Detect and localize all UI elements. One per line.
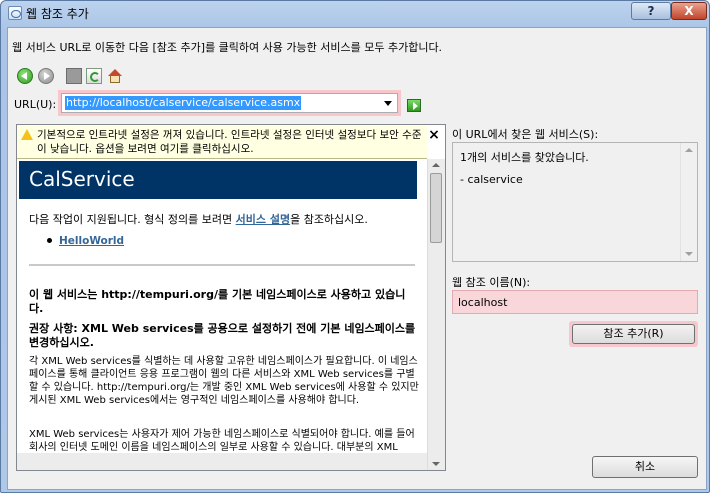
cancel-button[interactable]: 취소: [592, 456, 698, 478]
information-bar[interactable]: 기본적으로 인트라넷 설정은 꺼져 있습니다. 인트라넷 설정은 인터넷 설정보…: [17, 125, 427, 159]
url-combobox[interactable]: http://localhost/calservice/calservice.a…: [58, 90, 401, 116]
service-description-link[interactable]: 서비스 설명: [236, 213, 290, 226]
back-arrow-icon[interactable]: [17, 68, 33, 84]
url-label: URL(U):: [14, 98, 57, 111]
intro-text-before: 다음 작업이 지원됩니다. 형식 정의를 보려면: [29, 213, 236, 226]
namespace-heading: 이 웹 서비스는 http://tempuri.org/를 기본 네임스페이스로…: [29, 288, 406, 315]
recommendation-heading: 권장 사항: XML Web services를 공용으로 설정하기 전에 기본…: [29, 322, 416, 349]
window-title: 웹 참조 추가: [26, 7, 89, 21]
service-banner: CalService: [19, 161, 417, 199]
go-arrow-icon[interactable]: [407, 99, 421, 112]
close-button[interactable]: X: [671, 2, 707, 20]
scroll-up-icon[interactable]: [685, 148, 693, 152]
dialog-body: 웹 서비스 URL로 이동한 다음 [참조 추가]를 클릭하여 사용 가능한 서…: [7, 27, 707, 490]
browser-vertical-scrollbar[interactable]: [427, 159, 445, 470]
namespace-paragraph: 각 XML Web services를 식별하는 데 사용할 고유한 네임스페이…: [29, 356, 419, 406]
information-bar-text[interactable]: 기본적으로 인트라넷 설정은 꺼져 있습니다. 인트라넷 설정은 인터넷 설정보…: [37, 128, 422, 156]
scroll-thumb[interactable]: [430, 173, 442, 243]
service-title: CalService: [29, 167, 135, 191]
web-reference-icon: [8, 6, 22, 20]
reference-name-input[interactable]: [452, 290, 698, 314]
intro-text-after: 을 참조하십시오.: [290, 213, 368, 226]
found-service-item[interactable]: - calservice: [460, 173, 523, 186]
reference-name-label: 웹 참조 이름(N):: [452, 276, 531, 289]
home-icon[interactable]: [107, 68, 123, 84]
bullet-icon: [47, 238, 52, 243]
divider: [29, 264, 415, 266]
scroll-down-icon[interactable]: [432, 462, 440, 466]
add-reference-button[interactable]: 참조 추가(R): [569, 321, 698, 347]
found-services-label: 이 URL에서 찾은 웹 서비스(S):: [452, 128, 599, 141]
service-page: CalService 다음 작업이 지원됩니다. 형식 정의를 보려면 서비스 …: [17, 159, 427, 470]
embedded-browser[interactable]: 기본적으로 인트라넷 설정은 꺼져 있습니다. 인트라넷 설정은 인터넷 설정보…: [16, 124, 446, 471]
help-button[interactable]: ?: [631, 2, 671, 20]
operations-intro: 다음 작업이 지원됩니다. 형식 정의를 보려면 서비스 설명을 참조하십시오.: [29, 211, 419, 227]
close-infobar-icon[interactable]: ×: [427, 128, 441, 142]
title-bar[interactable]: 웹 참조 추가 ? X: [1, 1, 709, 25]
instruction-text: 웹 서비스 URL로 이동한 다음 [참조 추가]를 클릭하여 사용 가능한 서…: [12, 41, 443, 54]
scroll-up-icon[interactable]: [432, 163, 440, 167]
add-reference-button-label[interactable]: 참조 추가(R): [572, 324, 695, 344]
stop-icon[interactable]: [66, 68, 82, 84]
browser-horizontal-scrollbar[interactable]: [17, 453, 427, 470]
chevron-down-icon[interactable]: [380, 94, 397, 112]
found-services-list[interactable]: 1개의 서비스를 찾았습니다. - calservice: [452, 142, 698, 262]
found-services-count: 1개의 서비스를 찾았습니다.: [460, 151, 589, 164]
forward-arrow-icon[interactable]: [38, 68, 54, 84]
add-web-reference-dialog: 웹 참조 추가 ? X 웹 서비스 URL로 이동한 다음 [참조 추가]를 클…: [0, 0, 710, 493]
operation-link-helloworld[interactable]: HelloWorld: [59, 235, 124, 247]
url-input-value[interactable]: http://localhost/calservice/calservice.a…: [65, 96, 302, 110]
scroll-down-icon[interactable]: [685, 252, 693, 256]
warning-shield-icon: [21, 129, 33, 140]
refresh-icon[interactable]: [86, 68, 102, 84]
found-services-scrollbar[interactable]: [680, 143, 697, 261]
